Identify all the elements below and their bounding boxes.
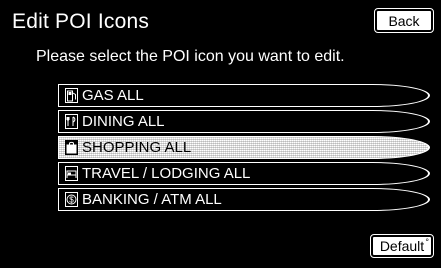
poi-list: GAS ALL DINING ALL SHOPPING ALL TRAVEL /… <box>58 84 430 214</box>
poi-list-item-label: BANKING / ATM ALL <box>82 191 222 208</box>
page-title: Edit POI Icons <box>12 10 150 33</box>
back-button[interactable]: Back <box>374 8 434 33</box>
default-button-label: Default <box>379 238 425 254</box>
poi-list-item-gas[interactable]: GAS ALL <box>58 84 430 107</box>
poi-list-item-label: TRAVEL / LODGING ALL <box>82 165 251 182</box>
poi-list-item-label: GAS ALL <box>82 87 144 104</box>
poi-list-item-banking[interactable]: $ BANKING / ATM ALL <box>58 188 430 211</box>
svg-text:$: $ <box>69 196 74 205</box>
poi-list-item-label: DINING ALL <box>82 113 165 130</box>
lodging-icon <box>65 166 78 181</box>
shopping-bag-icon <box>65 140 78 155</box>
instruction-text: Please select the POI icon you want to e… <box>36 48 345 65</box>
default-button[interactable]: Default ° <box>370 234 434 258</box>
dollar-icon: $ <box>65 192 78 207</box>
indicator-dot-icon: ° <box>425 237 429 247</box>
poi-list-item-dining[interactable]: DINING ALL <box>58 110 430 133</box>
poi-list-item-travel[interactable]: TRAVEL / LODGING ALL <box>58 162 430 185</box>
gas-pump-icon <box>65 88 78 103</box>
dining-icon <box>65 114 78 129</box>
poi-list-item-shopping[interactable]: SHOPPING ALL <box>58 136 430 159</box>
poi-list-item-label: SHOPPING ALL <box>82 139 192 156</box>
